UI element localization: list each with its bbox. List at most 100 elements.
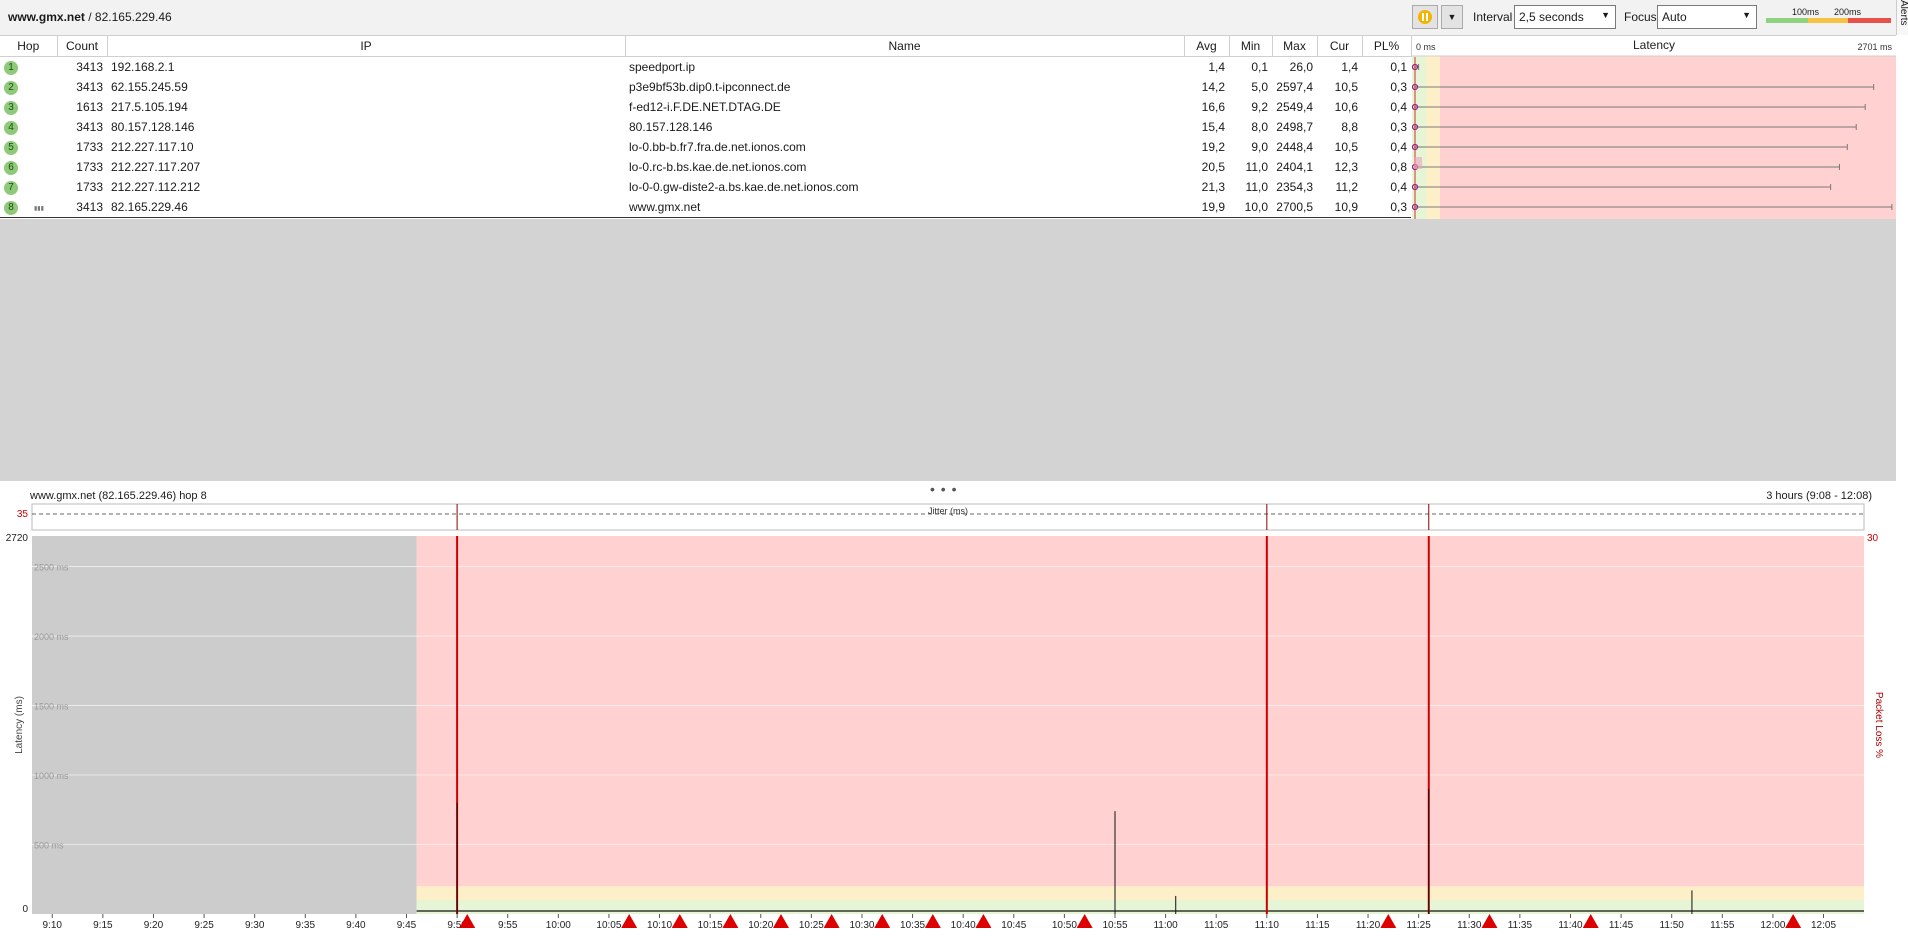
hop-number-badge: 7: [4, 181, 18, 195]
hop-cell: 1: [0, 57, 57, 78]
table-row[interactable]: 3 1613 217.5.105.194 f-ed12-i.F.DE.NET.DTAG…: [0, 97, 1411, 117]
focus-value: Auto: [1662, 10, 1687, 24]
col-hop[interactable]: Hop: [0, 36, 58, 57]
x-tick-label: 9:40: [346, 920, 366, 931]
y-right-max: 30: [1867, 533, 1879, 544]
gridline-label: 1000 ms: [34, 771, 69, 781]
cell-count: 1733: [76, 180, 103, 194]
cell-avg: 14,2: [1201, 80, 1225, 94]
x-tick-label: 11:35: [1508, 920, 1533, 931]
packet-loss-marker: [671, 914, 688, 928]
chevron-down-icon: ▼: [1601, 10, 1610, 20]
cell-name: lo-0.bb-b.fr7.fra.de.net.ionos.com: [629, 140, 806, 154]
table-row[interactable]: 2 3413 62.155.245.59 p3e9bf53b.dip0.t-ipcon…: [0, 77, 1411, 97]
hop-cell: 8 ▮▮▮: [0, 197, 57, 218]
col-cur[interactable]: Cur: [1317, 36, 1363, 57]
col-max[interactable]: Max: [1272, 36, 1318, 57]
x-tick-label: 10:00: [546, 920, 571, 931]
empty-grid-area: [0, 219, 1896, 481]
cell-ip: 212.227.117.207: [111, 160, 201, 174]
table-row[interactable]: 5 1733 212.227.117.10 lo-0.bb-b.fr7.fra.de.…: [0, 137, 1411, 157]
packet-loss-marker: [1380, 914, 1397, 928]
x-tick-label: 10:15: [698, 920, 723, 931]
cell-avg: 21,3: [1201, 180, 1225, 194]
cell-pl: 0,3: [1390, 80, 1407, 94]
x-tick-label: 11:45: [1609, 920, 1634, 931]
cell-name: speedport.ip: [629, 60, 696, 74]
interval-value: 2,5 seconds: [1519, 10, 1584, 24]
interval-select[interactable]: 2,5 seconds ▼: [1514, 5, 1616, 29]
x-tick-label: 9:20: [144, 920, 164, 931]
col-name[interactable]: Name: [625, 36, 1185, 57]
cell-pl: 0,3: [1390, 200, 1407, 214]
table-row[interactable]: 8 ▮▮▮ 3413 82.165.229.46 www.gmx.net 19,9 10,0…: [0, 197, 1411, 218]
x-tick-label: 9:10: [43, 920, 63, 931]
hop-cell: 6: [0, 157, 57, 177]
x-tick-label: 10:40: [951, 920, 976, 931]
cell-cur: 10,5: [1334, 80, 1358, 94]
focus-label: Focus: [1624, 10, 1657, 24]
hop-cell: 7: [0, 177, 57, 197]
table-row[interactable]: 1 3413 192.168.2.1 speedport.ip 1,4 0,1 26,0 1,…: [0, 57, 1411, 78]
title-ip: 82.165.229.46: [94, 10, 172, 24]
cell-max: 26,0: [1289, 60, 1313, 74]
col-pl[interactable]: PL%: [1362, 36, 1412, 57]
timeline-chart[interactable]: Jitter (ms) 35 2500 ms 2000 ms 1500 ms 1000 m…: [0, 488, 1896, 940]
col-count[interactable]: Count: [57, 36, 108, 57]
cell-name: lo-0.rc-b.bs.kae.de.net.ionos.com: [629, 160, 807, 174]
col-avg[interactable]: Avg: [1184, 36, 1230, 57]
cell-cur: 10,5: [1334, 140, 1358, 154]
timeline-panel: www.gmx.net (82.165.229.46) hop 8 3 hour…: [0, 488, 1896, 940]
gridline-label: 2500 ms: [34, 563, 69, 573]
cell-avg: 15,4: [1201, 120, 1225, 134]
focus-select[interactable]: Auto ▼: [1657, 5, 1757, 29]
x-tick-label: 12:05: [1811, 920, 1836, 931]
col-ip[interactable]: IP: [107, 36, 626, 57]
x-tick-label: 10:25: [799, 920, 824, 931]
y-axis-label: Latency (ms): [14, 696, 25, 754]
cell-cur: 8,8: [1341, 120, 1358, 134]
latency-scale-max: 2701 ms: [1857, 42, 1892, 52]
cell-max: 2354,3: [1276, 180, 1313, 194]
table-row[interactable]: 7 1733 212.227.112.212 lo-0-0.gw-diste2-a.b…: [0, 177, 1411, 197]
alerts-tab[interactable]: Alerts: [1896, 0, 1908, 35]
x-tick-label: 11:20: [1356, 920, 1381, 931]
x-tick-label: 10:50: [1052, 920, 1077, 931]
legend-100ms: 100ms: [1792, 7, 1820, 17]
hop-number-badge: 1: [4, 61, 18, 75]
x-tick-label: 11:25: [1407, 920, 1432, 931]
cell-cur: 11,2: [1335, 180, 1358, 194]
interval-label: Interval: [1473, 10, 1513, 24]
timeline-title: www.gmx.net (82.165.229.46) hop 8: [30, 490, 207, 502]
pause-dropdown-button[interactable]: ▼: [1441, 5, 1463, 29]
x-tick-label: 12:00: [1760, 920, 1785, 931]
packet-loss-marker: [1582, 914, 1599, 928]
x-tick-label: 9:25: [194, 920, 214, 931]
jitter-value: 35: [17, 509, 29, 520]
cell-avg: 1,4: [1208, 60, 1225, 74]
hop-number-badge: 3: [4, 101, 18, 115]
table-row[interactable]: 4 3413 80.157.128.146 80.157.128.146 15,4 8,0…: [0, 117, 1411, 137]
cell-ip: 212.227.117.10: [111, 140, 194, 154]
x-tick-label: 9:35: [296, 920, 316, 931]
cell-cur: 12,3: [1334, 160, 1358, 174]
cell-avg: 20,5: [1201, 160, 1225, 174]
packet-loss-marker: [823, 914, 840, 928]
timeline-range-select[interactable]: 3 hours (9:08 - 12:08): [1766, 490, 1872, 502]
y-axis-max: 2720: [6, 533, 29, 544]
x-tick-label: 9:45: [397, 920, 417, 931]
cell-name: www.gmx.net: [629, 200, 701, 214]
cell-count: 1733: [76, 160, 103, 174]
table-row[interactable]: 6 1733 212.227.117.207 lo-0.rc-b.bs.kae.de.…: [0, 157, 1411, 177]
cell-count: 3413: [76, 60, 103, 74]
col-min[interactable]: Min: [1229, 36, 1273, 57]
hop-cell: 3: [0, 97, 57, 117]
bar-chart-icon[interactable]: ▮▮▮: [34, 205, 44, 212]
col-latency[interactable]: Latency: [1633, 38, 1675, 52]
cell-count: 3413: [76, 200, 103, 214]
cell-avg: 16,6: [1201, 100, 1225, 114]
cell-max: 2498,7: [1276, 120, 1313, 134]
pause-button[interactable]: [1412, 5, 1438, 29]
cell-name: p3e9bf53b.dip0.t-ipconnect.de: [629, 80, 791, 94]
cell-cur: 10,9: [1334, 200, 1358, 214]
